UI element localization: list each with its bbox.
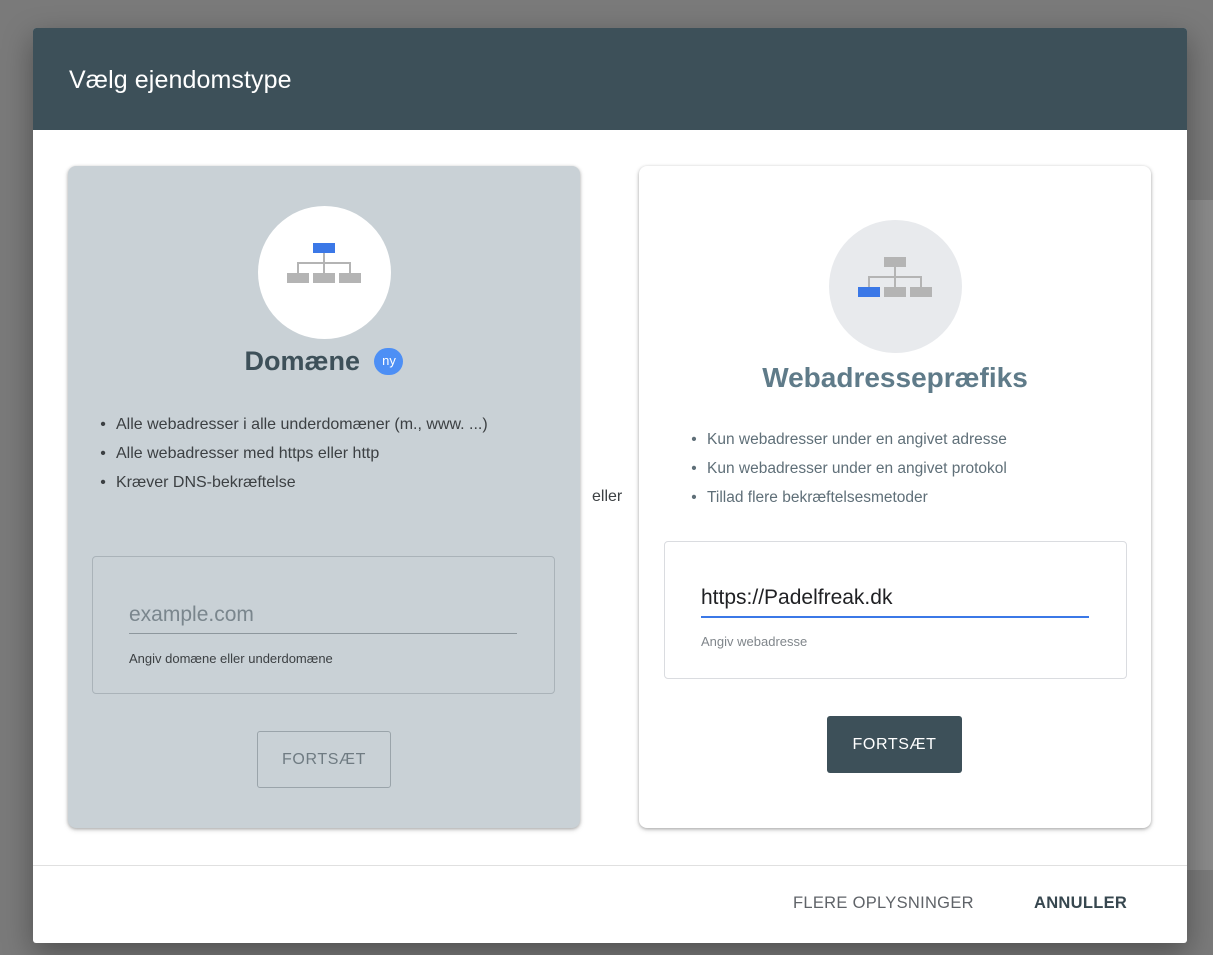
or-separator: eller bbox=[592, 488, 623, 505]
domain-input[interactable] bbox=[129, 597, 517, 634]
url-prefix-input[interactable] bbox=[701, 580, 1089, 618]
url-prefix-continue-button[interactable]: FORTSÆT bbox=[827, 716, 962, 773]
dialog-footer: FLERE OPLYSNINGER ANNULLER bbox=[33, 865, 1187, 943]
url-prefix-card[interactable]: Webadressepræfiks Kun webadresser under … bbox=[639, 166, 1151, 828]
dialog-header: Vælg ejendomstype bbox=[33, 28, 1187, 130]
list-item: Kun webadresser under en angivet adresse bbox=[681, 425, 1141, 454]
domain-feature-list: Alle webadresser i alle underdomæner (m.… bbox=[90, 410, 550, 497]
new-badge: ny bbox=[374, 348, 404, 375]
list-item: Kræver DNS-bekræftelse bbox=[90, 468, 550, 497]
list-item: Alle webadresser med https eller http bbox=[90, 439, 550, 468]
domain-title-row: Domæne ny bbox=[68, 346, 580, 377]
domain-continue-button[interactable]: FORTSÆT bbox=[257, 731, 391, 788]
domain-input-helper: Angiv domæne eller underdomæne bbox=[129, 651, 333, 666]
url-prefix-input-helper: Angiv webadresse bbox=[701, 634, 808, 649]
domain-input-box: Angiv domæne eller underdomæne bbox=[92, 556, 555, 694]
url-prefix-title: Webadressepræfiks bbox=[762, 362, 1028, 393]
url-prefix-input-box: Angiv webadresse bbox=[664, 541, 1127, 679]
list-item: Kun webadresser under en angivet protoko… bbox=[681, 454, 1141, 483]
domain-card[interactable]: Domæne ny Alle webadresser i alle underd… bbox=[68, 166, 580, 828]
domain-title: Domæne bbox=[244, 346, 361, 376]
sitemap-icon bbox=[858, 257, 932, 297]
url-prefix-icon-circle bbox=[829, 220, 962, 353]
learn-more-button[interactable]: FLERE OPLYSNINGER bbox=[793, 894, 974, 913]
domain-icon-circle bbox=[258, 206, 391, 339]
url-prefix-title-row: Webadressepræfiks bbox=[639, 362, 1151, 394]
list-item: Alle webadresser i alle underdomæner (m.… bbox=[90, 410, 550, 439]
list-item: Tillad flere bekræftelsesmetoder bbox=[681, 483, 1141, 512]
url-prefix-feature-list: Kun webadresser under en angivet adresse… bbox=[681, 425, 1141, 512]
sitemap-icon bbox=[287, 243, 361, 283]
dialog-title: Vælg ejendomstype bbox=[69, 66, 292, 94]
property-type-dialog: Vælg ejendomstype Domæne ny Alle webadre… bbox=[33, 28, 1187, 943]
cancel-button[interactable]: ANNULLER bbox=[1034, 894, 1127, 913]
